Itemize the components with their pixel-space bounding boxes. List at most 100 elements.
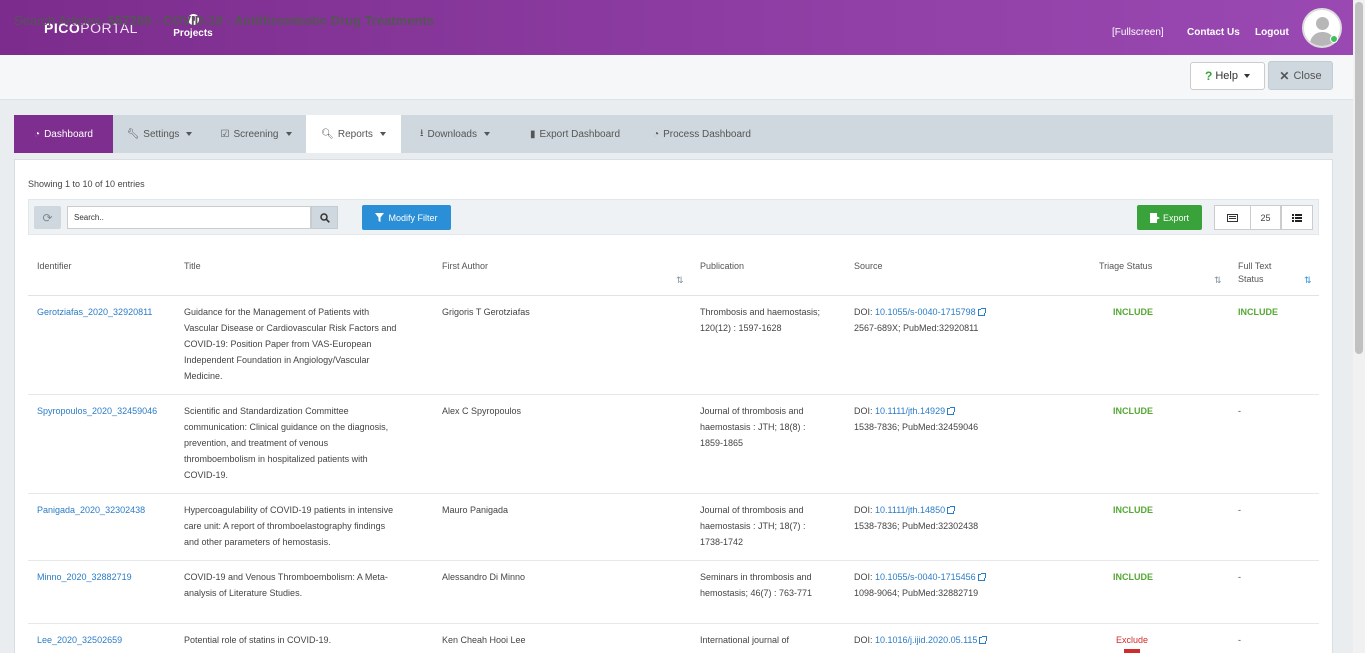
- table-row-source: DOI: 10.1055/s-0040-1715798 2567-689X; P…: [854, 304, 986, 336]
- table-row-publication: Journal of thrombosis and haemostasis : J…: [700, 505, 806, 547]
- full-text-status: -: [1238, 572, 1241, 582]
- table-row-identifier[interactable]: Panigada_2020_32302438: [37, 502, 145, 518]
- list-icon: [1292, 213, 1302, 222]
- row-divider: [28, 623, 1319, 624]
- table-row-identifier[interactable]: Minno_2020_32882719: [37, 569, 132, 585]
- doi-link[interactable]: 10.1016/j.ijid.2020.05.115: [875, 635, 977, 645]
- refresh-button[interactable]: ⟳: [34, 206, 61, 229]
- clipboard-check-icon: ☑: [220, 128, 230, 140]
- table-row-author: Grigoris T Gerotziafas: [442, 307, 530, 317]
- triage-status: INCLUDE: [1113, 307, 1153, 317]
- table-row-publication: Seminars in thrombosis and hemostasis; 46…: [700, 572, 813, 598]
- full-text-status: -: [1238, 406, 1241, 416]
- external-link-icon[interactable]: [977, 573, 986, 582]
- table-row-title: Scientific and Standardization Committee…: [184, 406, 389, 480]
- row-divider: [28, 394, 1319, 395]
- column-header-full-text-status[interactable]: Full Text Status: [1238, 260, 1271, 286]
- wrench-icon: 🔧︎: [126, 128, 140, 140]
- table-row-title: Hypercoagulability of COVID-19 patients …: [184, 505, 394, 547]
- external-link-icon[interactable]: [947, 407, 956, 416]
- chevron-down-icon: [1243, 74, 1250, 78]
- doi-link[interactable]: 10.1111/jth.14850: [875, 505, 945, 515]
- page-size-select[interactable]: 25: [1250, 205, 1281, 230]
- table-row-author: Mauro Panigada: [442, 505, 509, 515]
- search-button[interactable]: [311, 206, 338, 229]
- triage-status: INCLUDE: [1113, 505, 1153, 515]
- tab-dashboard[interactable]: ◔ Dashboard: [14, 115, 113, 153]
- table-row-identifier[interactable]: Spyropoulos_2020_32459046: [37, 403, 157, 419]
- dashboard-icon: ◔: [653, 128, 660, 140]
- keyboard-icon: [1227, 213, 1238, 222]
- file-export-icon: [1149, 212, 1160, 223]
- title-bar: [0, 55, 1353, 100]
- doi-link[interactable]: 10.1055/s-0040-1715798: [875, 307, 976, 317]
- search-input[interactable]: Search..: [67, 206, 311, 229]
- help-button[interactable]: ? Help: [1190, 62, 1265, 90]
- table-row-title: COVID-19 and Venous Thromboembolism: A M…: [184, 572, 388, 598]
- chevron-down-icon: [483, 132, 490, 136]
- table-row-identifier[interactable]: Lee_2020_32502659: [37, 632, 122, 648]
- triage-status: INCLUDE: [1113, 406, 1153, 416]
- list-view-button[interactable]: [1281, 205, 1313, 230]
- page-scrollbar[interactable]: [1353, 0, 1365, 653]
- page-title: Search Articles: 557260 - COVID-19 - Ant…: [14, 13, 434, 28]
- modify-filter-button[interactable]: Modify Filter: [362, 205, 451, 230]
- tab-process-dashboard[interactable]: ◔ Process Dashboard: [641, 115, 763, 153]
- triage-status: INCLUDE: [1113, 572, 1153, 582]
- table-row-publication: Thrombosis and haemostasis; 120(12) : 159…: [700, 307, 821, 333]
- table-row-source: DOI: 10.1055/s-0040-1715456 1098-9064; P…: [854, 569, 986, 601]
- table-row-author: Ken Cheah Hooi Lee: [442, 635, 526, 645]
- table-row-identifier[interactable]: Gerotziafas_2020_32920811: [37, 304, 152, 320]
- sort-icon[interactable]: ⇅: [676, 275, 684, 286]
- tab-screening[interactable]: ☑ Screening: [206, 115, 306, 153]
- table-row-source: DOI: 10.1111/jth.14850 1538-7836; PubMed…: [854, 505, 979, 531]
- table-row-source: DOI: 10.1111/jth.14929 1538-7836; PubMed…: [854, 406, 979, 432]
- full-text-status: -: [1238, 505, 1241, 515]
- doi-link[interactable]: 10.1111/jth.14929: [875, 406, 945, 416]
- entries-info: Showing 1 to 10 of 10 entries: [28, 179, 145, 189]
- column-header-triage-status[interactable]: Triage Status: [1099, 260, 1152, 273]
- filter-icon: [375, 213, 385, 222]
- chevron-down-icon: [285, 132, 292, 136]
- column-header-identifier[interactable]: Identifier: [37, 260, 72, 273]
- table-row-title: Potential role of statins in COVID-19.: [184, 635, 332, 645]
- tab-downloads[interactable]: ⭳ Downloads: [401, 115, 509, 153]
- close-icon: ✕: [1279, 68, 1290, 83]
- row-divider: [28, 560, 1319, 561]
- table-row-publication: International journal of: [700, 635, 790, 645]
- refresh-icon: ⟳: [42, 210, 53, 225]
- chevron-down-icon: [379, 132, 386, 136]
- full-text-status: INCLUDE: [1238, 307, 1278, 317]
- external-link-icon[interactable]: [979, 636, 988, 645]
- tab-settings[interactable]: 🔧︎ Settings: [113, 115, 206, 153]
- sort-icon[interactable]: ⇅: [1304, 275, 1312, 286]
- row-divider: [28, 493, 1319, 494]
- full-text-status: -: [1238, 635, 1241, 645]
- tab-export-dashboard[interactable]: ▮ Export Dashboard: [516, 115, 634, 153]
- keyboard-toggle-button[interactable]: [1214, 205, 1251, 230]
- contact-us-link[interactable]: Contact Us: [1187, 27, 1240, 38]
- tab-reports[interactable]: 🔍︎ Reports: [306, 115, 401, 153]
- table-row-title: Guidance for the Management of Patients …: [184, 307, 397, 381]
- export-button[interactable]: Export: [1137, 205, 1202, 230]
- column-header-source[interactable]: Source: [854, 260, 883, 273]
- fullscreen-link[interactable]: [Fullscreen]: [1112, 27, 1164, 38]
- file-icon: ▮: [529, 128, 536, 140]
- search-icon: [319, 212, 330, 223]
- sort-icon[interactable]: ⇅: [1214, 275, 1222, 286]
- table-row-author: Alessandro Di Minno: [442, 572, 526, 582]
- external-link-icon[interactable]: [977, 308, 986, 317]
- column-header-title[interactable]: Title: [184, 260, 201, 273]
- close-button[interactable]: ✕ Close: [1268, 61, 1333, 90]
- column-header-first-author[interactable]: First Author: [442, 260, 488, 273]
- projects-label: Projects: [173, 28, 213, 39]
- doi-link[interactable]: 10.1055/s-0040-1715456: [875, 572, 976, 582]
- external-link-icon[interactable]: [947, 506, 956, 515]
- table-row-author: Alex C Spyropoulos: [442, 406, 522, 416]
- logout-link[interactable]: Logout: [1255, 27, 1289, 38]
- chevron-down-icon: [186, 132, 193, 136]
- download-icon: ⭳: [420, 127, 424, 139]
- column-header-publication[interactable]: Publication: [700, 260, 744, 273]
- dashboard-icon: ◔: [34, 128, 41, 140]
- scrollbar-thumb[interactable]: [1355, 2, 1363, 354]
